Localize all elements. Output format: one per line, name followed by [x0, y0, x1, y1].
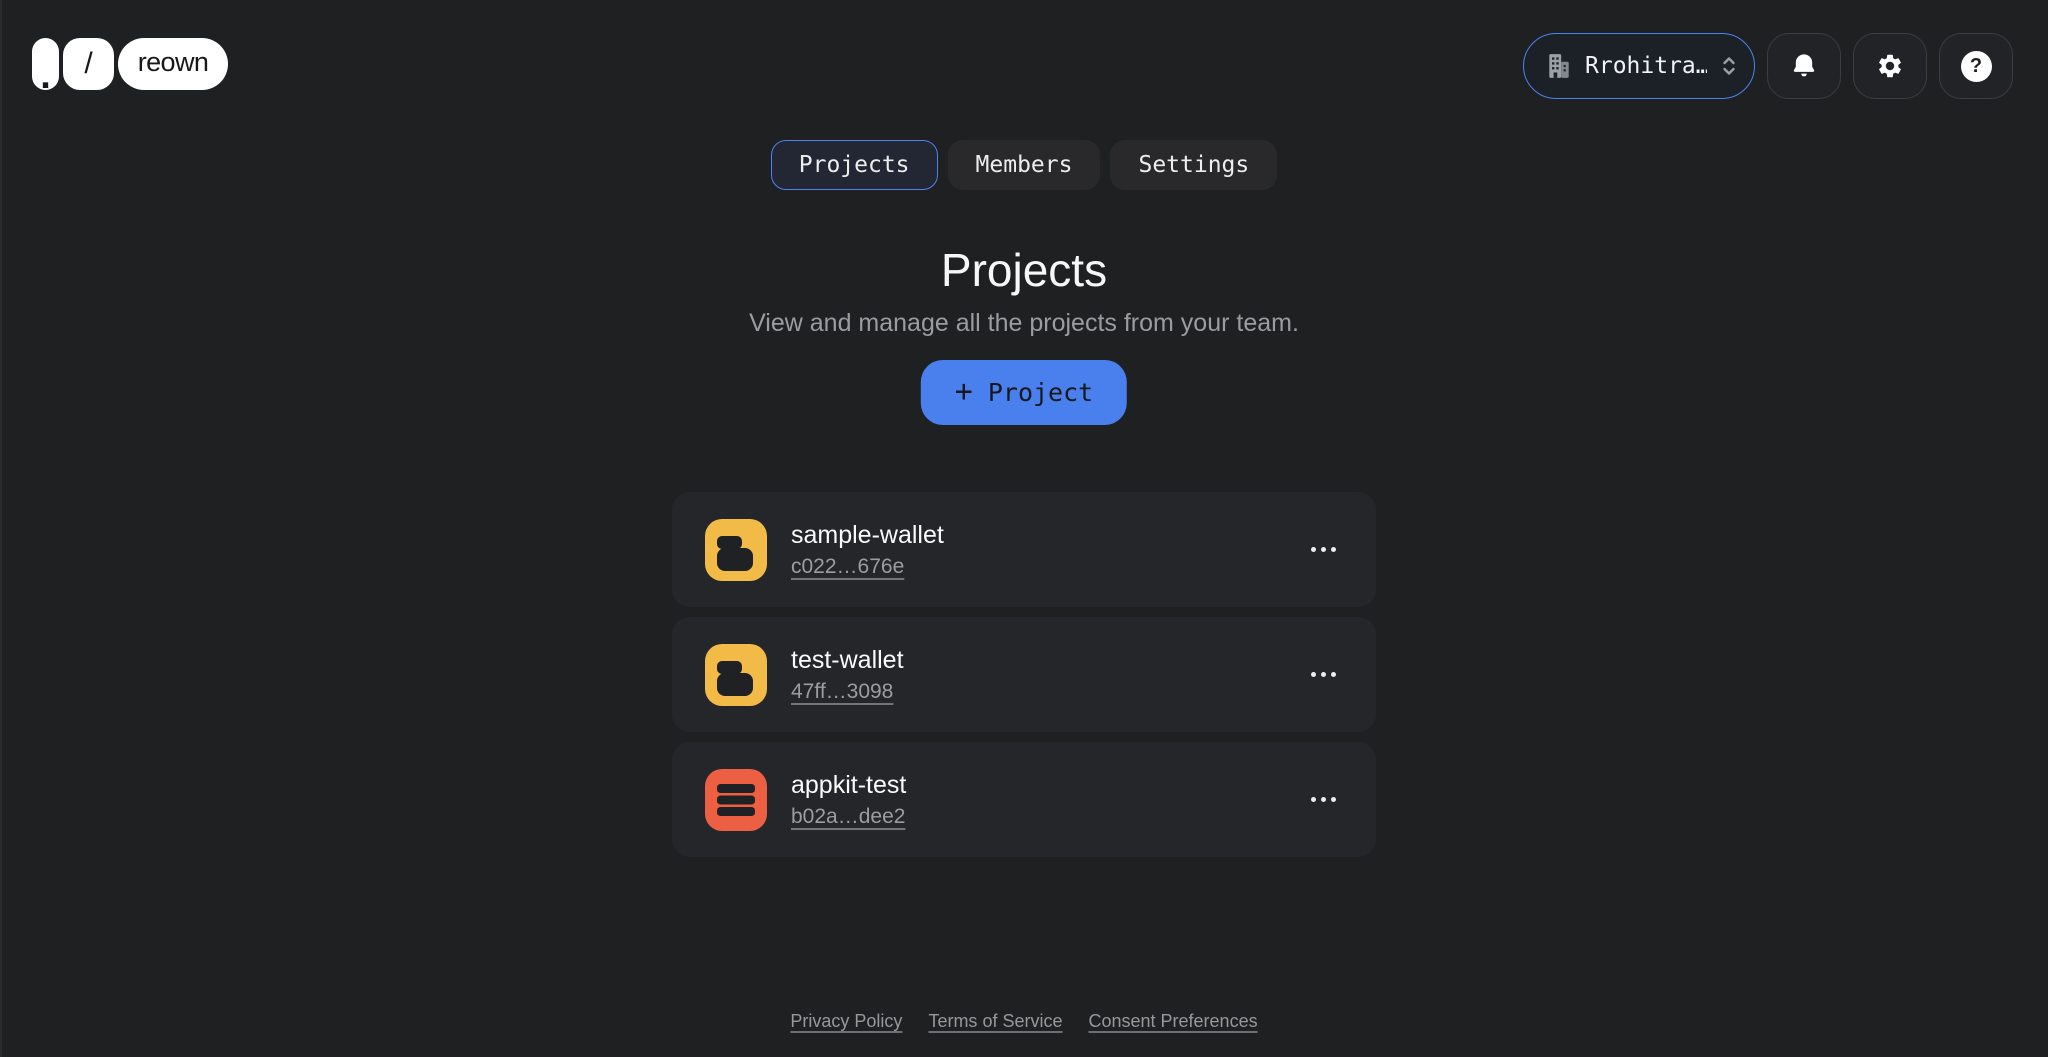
stack-icon — [705, 769, 767, 831]
notifications-button[interactable] — [1767, 33, 1841, 99]
project-menu-button[interactable] — [1305, 785, 1342, 814]
project-info: test-wallet 47ff…3098 — [791, 646, 1281, 704]
org-name: Rrohitra… — [1585, 53, 1707, 79]
new-project-button[interactable]: + Project — [921, 360, 1127, 425]
project-row-appkit-test[interactable]: appkit-test b02a…dee2 — [672, 742, 1376, 857]
tab-settings[interactable]: Settings — [1110, 140, 1277, 190]
project-row-sample-wallet[interactable]: sample-wallet c022…676e — [672, 492, 1376, 607]
tab-settings-label: Settings — [1138, 152, 1249, 178]
project-info: appkit-test b02a…dee2 — [791, 771, 1281, 829]
ellipsis-icon — [1311, 797, 1316, 802]
consent-preferences-link[interactable]: Consent Preferences — [1088, 1011, 1257, 1032]
gear-icon — [1876, 52, 1904, 80]
tab-projects[interactable]: Projects — [771, 140, 938, 190]
page-title: Projects — [0, 243, 2048, 297]
ellipsis-icon — [1311, 547, 1316, 552]
project-name: sample-wallet — [791, 521, 1281, 550]
logo-brand-pill: reown — [118, 38, 228, 90]
team-tabs: Projects Members Settings — [0, 140, 2048, 190]
help-button[interactable]: ? — [1939, 33, 2013, 99]
new-project-label: Project — [988, 378, 1093, 407]
plus-icon: + — [955, 374, 973, 409]
tab-projects-label: Projects — [799, 152, 910, 178]
tab-members-label: Members — [976, 152, 1073, 178]
logo-slash-pill: / — [63, 38, 114, 90]
org-selector[interactable]: Rrohitra… — [1523, 33, 1755, 99]
ellipsis-icon — [1311, 672, 1316, 677]
project-menu-button[interactable] — [1305, 660, 1342, 689]
reown-logo[interactable]: . / reown — [32, 38, 228, 90]
logo-dot-pill: . — [32, 38, 59, 90]
building-icon — [1546, 52, 1572, 80]
header-actions: Rrohitra… ? — [1523, 33, 2013, 99]
help-glyph: ? — [1970, 55, 1982, 78]
tab-members[interactable]: Members — [948, 140, 1101, 190]
wallet-icon — [705, 519, 767, 581]
project-info: sample-wallet c022…676e — [791, 521, 1281, 579]
wallet-icon — [705, 644, 767, 706]
help-icon: ? — [1961, 51, 1992, 82]
logo-brand-text: reown — [138, 47, 209, 78]
project-menu-button[interactable] — [1305, 535, 1342, 564]
privacy-policy-link[interactable]: Privacy Policy — [790, 1011, 902, 1032]
settings-button[interactable] — [1853, 33, 1927, 99]
project-row-test-wallet[interactable]: test-wallet 47ff…3098 — [672, 617, 1376, 732]
footer: Privacy Policy Terms of Service Consent … — [0, 1011, 2048, 1032]
logo-dot-glyph: . — [40, 69, 51, 84]
project-id-link[interactable]: b02a…dee2 — [791, 805, 905, 829]
project-id-link[interactable]: c022…676e — [791, 555, 904, 579]
logo-slash-glyph: / — [84, 47, 92, 81]
project-list: sample-wallet c022…676e test-wallet 47ff… — [672, 492, 1376, 857]
project-name: test-wallet — [791, 646, 1281, 675]
project-id-link[interactable]: 47ff…3098 — [791, 680, 893, 704]
chevron-up-down-icon — [1720, 53, 1738, 79]
bell-icon — [1790, 52, 1818, 80]
project-name: appkit-test — [791, 771, 1281, 800]
page-subtitle: View and manage all the projects from yo… — [0, 309, 2048, 338]
terms-of-service-link[interactable]: Terms of Service — [928, 1011, 1062, 1032]
